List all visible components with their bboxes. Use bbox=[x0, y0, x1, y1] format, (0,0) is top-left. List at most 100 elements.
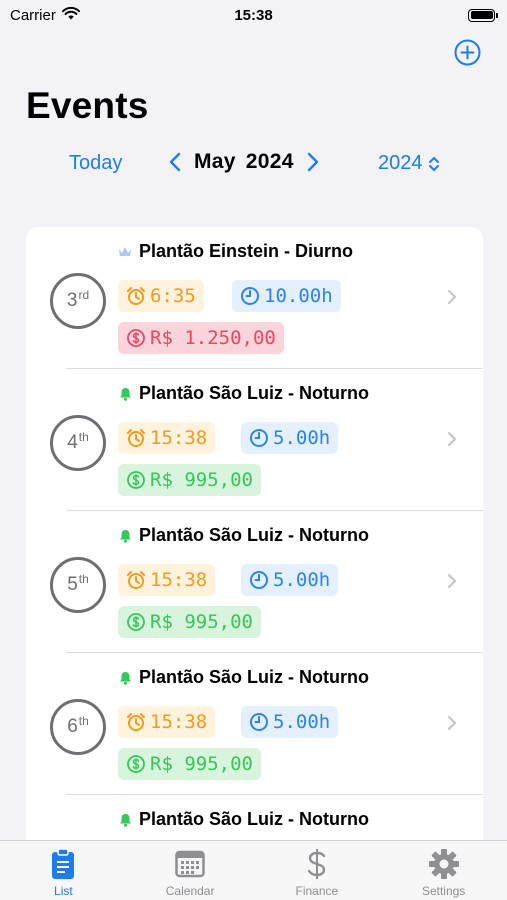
status-bar: Carrier 15:38 bbox=[0, 0, 507, 30]
date-nav-row: Today May 2024 2024 bbox=[0, 148, 507, 180]
previous-month-button[interactable] bbox=[166, 150, 184, 174]
day-number: 6 bbox=[67, 716, 78, 737]
event-row[interactable]: 5th Plantão São Luiz - Noturno 15:38 5.0… bbox=[26, 511, 483, 653]
tab-label: Finance bbox=[295, 884, 339, 898]
event-title: Plantão São Luiz - Noturno bbox=[139, 667, 369, 687]
year-picker-label: 2024 bbox=[378, 152, 423, 174]
chevron-left-icon bbox=[169, 152, 181, 172]
today-button[interactable]: Today bbox=[69, 152, 122, 175]
events-list: 3rd Plantão Einstein - Diurno 6:35 10.00… bbox=[26, 227, 483, 867]
bell-icon bbox=[118, 387, 132, 401]
event-title-row: Plantão São Luiz - Noturno bbox=[118, 667, 369, 688]
duration-pill: 10.00h bbox=[232, 280, 341, 312]
day-number: 3 bbox=[66, 290, 78, 311]
tab-label: Calendar bbox=[165, 884, 215, 898]
event-title-row: Plantão São Luiz - Noturno bbox=[118, 809, 369, 830]
start-time-pill: 6:35 bbox=[118, 280, 204, 312]
calendar-icon bbox=[174, 847, 206, 881]
day-badge: 6th bbox=[50, 699, 106, 755]
current-month-label: May 2024 bbox=[194, 150, 294, 174]
start-time: 15:38 bbox=[150, 711, 208, 733]
status-left: Carrier bbox=[10, 6, 80, 24]
clock-icon bbox=[250, 429, 268, 447]
bell-icon bbox=[118, 671, 132, 685]
event-title: Plantão São Luiz - Noturno bbox=[139, 809, 369, 829]
month-year: 2024 bbox=[245, 150, 294, 173]
duration: 5.00h bbox=[273, 427, 331, 449]
event-title-row: Plantão São Luiz - Noturno bbox=[118, 383, 369, 404]
clock-icon bbox=[250, 571, 268, 589]
gear-icon bbox=[428, 847, 460, 881]
dollar-icon bbox=[301, 847, 333, 881]
event-row[interactable]: 4th Plantão São Luiz - Noturno 15:38 5.0… bbox=[26, 369, 483, 511]
payment-pill: R$ 995,00 bbox=[118, 748, 261, 780]
dollar-circle-icon bbox=[127, 613, 145, 631]
payment-amount: R$ 995,00 bbox=[150, 753, 253, 775]
tab-calendar[interactable]: Calendar bbox=[127, 841, 254, 900]
event-title: Plantão São Luiz - Noturno bbox=[139, 383, 369, 403]
chevron-up-down-icon bbox=[428, 156, 439, 171]
tab-label: List bbox=[54, 884, 73, 898]
day-badge: 4th bbox=[50, 415, 106, 471]
day-suffix: th bbox=[78, 714, 89, 728]
crown-icon bbox=[118, 245, 132, 259]
alarm-clock-icon bbox=[127, 713, 145, 731]
duration-pill: 5.00h bbox=[241, 564, 339, 596]
duration-pill: 5.00h bbox=[241, 422, 339, 454]
event-row[interactable]: 6th Plantão São Luiz - Noturno 15:38 5.0… bbox=[26, 653, 483, 795]
start-time: 15:38 bbox=[150, 569, 208, 591]
event-title-row: Plantão Einstein - Diurno bbox=[118, 241, 353, 262]
chevron-right-icon bbox=[446, 287, 458, 307]
start-time: 15:38 bbox=[150, 427, 208, 449]
duration: 5.00h bbox=[273, 711, 331, 733]
event-row[interactable]: 3rd Plantão Einstein - Diurno 6:35 10.00… bbox=[26, 227, 483, 369]
day-suffix: th bbox=[78, 430, 89, 444]
event-title-row: Plantão São Luiz - Noturno bbox=[118, 525, 369, 546]
chevron-right-icon bbox=[446, 429, 458, 449]
tab-bar: List Calendar Finance Settings bbox=[0, 840, 507, 900]
payment-amount: R$ 995,00 bbox=[150, 611, 253, 633]
page-title: Events bbox=[26, 85, 149, 126]
clipboard-icon bbox=[47, 847, 79, 881]
duration: 10.00h bbox=[264, 285, 333, 307]
tab-finance[interactable]: Finance bbox=[254, 841, 381, 900]
add-event-button[interactable] bbox=[453, 38, 481, 66]
tab-label: Settings bbox=[421, 884, 466, 898]
start-time-pill: 15:38 bbox=[118, 564, 216, 596]
month-name: May bbox=[194, 150, 236, 173]
day-suffix: rd bbox=[78, 288, 90, 302]
payment-pill: R$ 1.250,00 bbox=[118, 322, 284, 354]
day-number: 5 bbox=[67, 574, 78, 595]
alarm-clock-icon bbox=[127, 571, 145, 589]
dollar-circle-icon bbox=[127, 471, 145, 489]
start-time: 6:35 bbox=[150, 285, 196, 307]
battery-icon bbox=[468, 8, 498, 22]
alarm-clock-icon bbox=[127, 429, 145, 447]
chevron-right-icon bbox=[307, 152, 318, 172]
payment-amount: R$ 1.250,00 bbox=[150, 327, 276, 349]
start-time-pill: 15:38 bbox=[118, 706, 216, 738]
tab-settings[interactable]: Settings bbox=[380, 841, 507, 900]
event-title: Plantão São Luiz - Noturno bbox=[139, 525, 369, 545]
event-title: Plantão Einstein - Diurno bbox=[139, 241, 354, 261]
tab-list[interactable]: List bbox=[0, 841, 127, 900]
month-navigator: May 2024 bbox=[166, 150, 322, 174]
dollar-circle-icon bbox=[127, 329, 145, 347]
duration-pill: 5.00h bbox=[241, 706, 339, 738]
day-number: 4 bbox=[67, 432, 78, 453]
day-suffix: th bbox=[78, 572, 89, 586]
carrier-label: Carrier bbox=[10, 6, 56, 24]
wifi-icon bbox=[61, 6, 80, 24]
clock-icon bbox=[250, 713, 268, 731]
plus-circle-icon bbox=[454, 39, 480, 65]
alarm-clock-icon bbox=[127, 287, 145, 305]
bell-icon bbox=[118, 813, 132, 827]
day-badge: 5th bbox=[50, 557, 106, 613]
chevron-right-icon bbox=[446, 571, 458, 591]
day-badge: 3rd bbox=[50, 273, 106, 329]
next-month-button[interactable] bbox=[304, 150, 322, 174]
duration: 5.00h bbox=[273, 569, 331, 591]
clock-icon bbox=[241, 287, 259, 305]
payment-pill: R$ 995,00 bbox=[118, 606, 261, 638]
year-picker[interactable]: 2024 bbox=[378, 152, 440, 175]
